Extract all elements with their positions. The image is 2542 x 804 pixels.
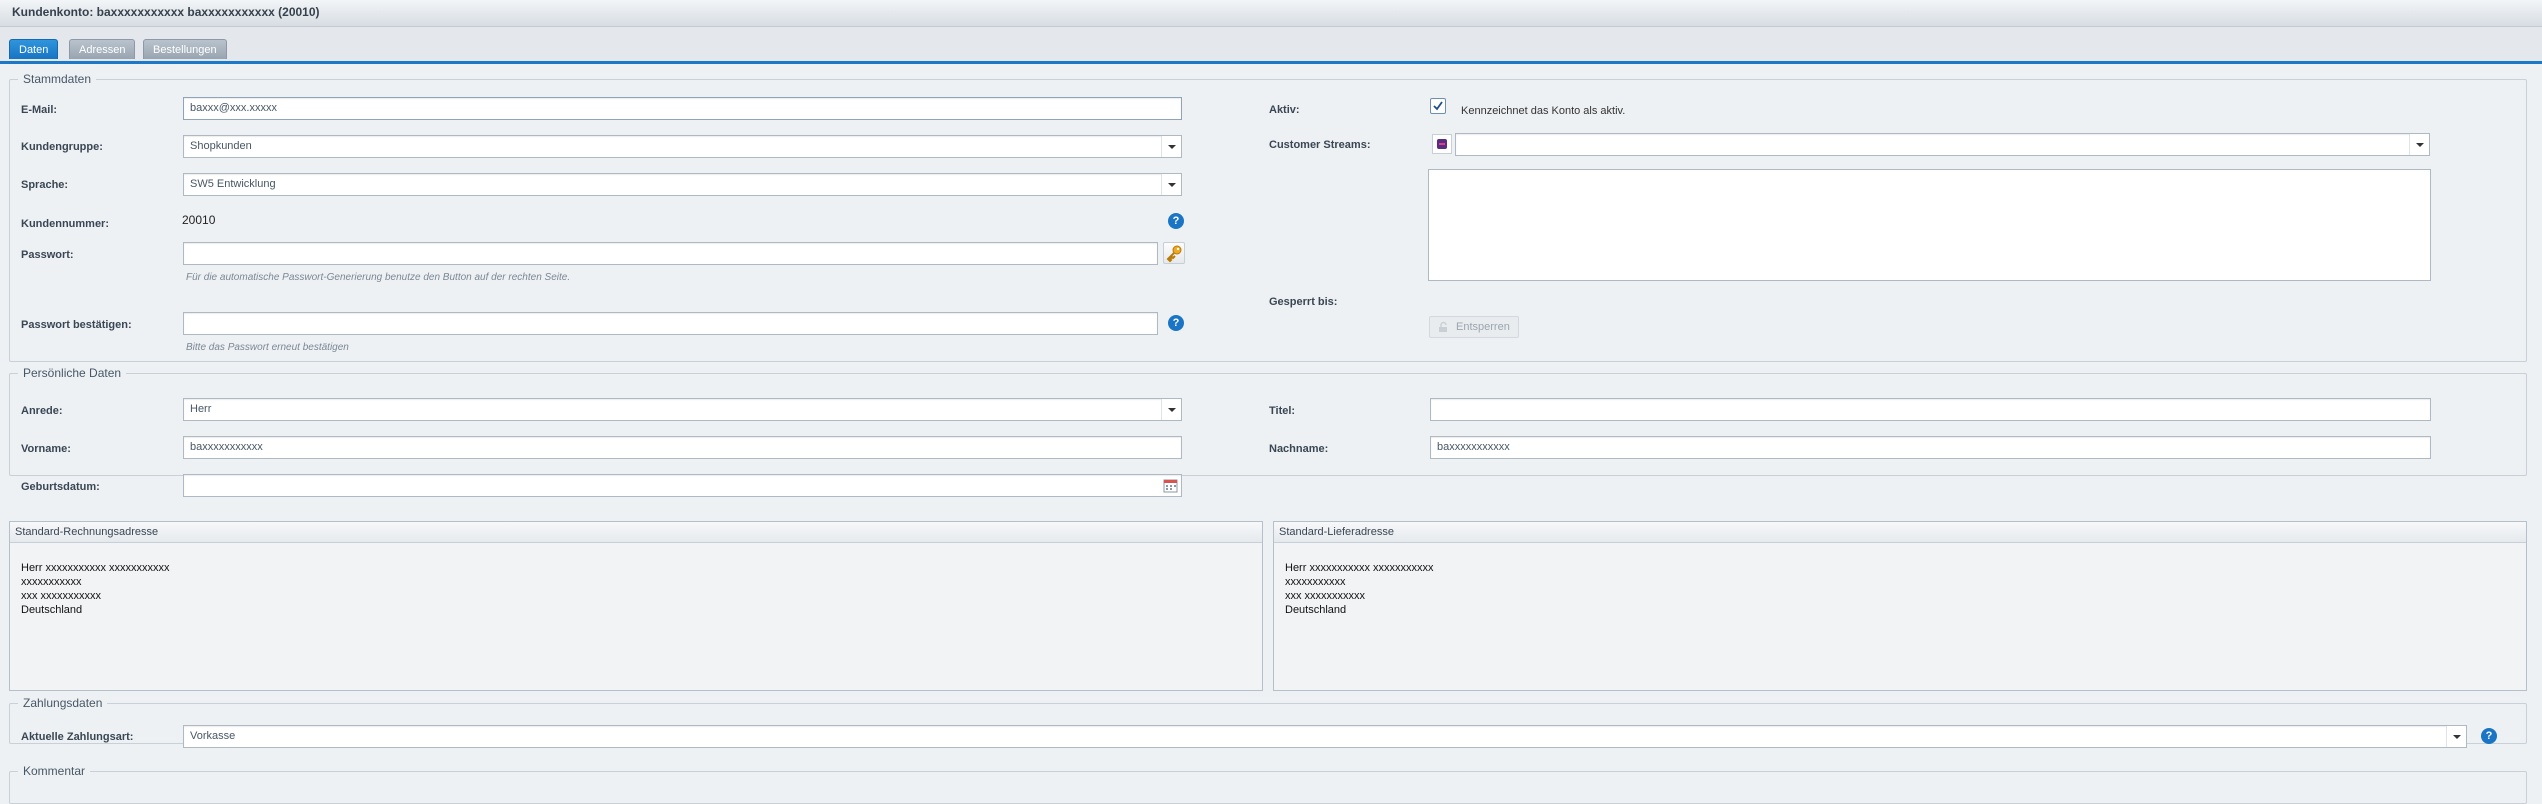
key-icon xyxy=(1166,245,1182,263)
rechnungsadresse-body: Herr xxxxxxxxxxx xxxxxxxxxxx xxxxxxxxxxx… xyxy=(21,561,170,617)
customer-streams-label: Customer Streams: xyxy=(1269,139,1371,151)
passwort-bestaetigen-field[interactable] xyxy=(183,312,1158,335)
lieferadresse-title: Standard-Lieferadresse xyxy=(1274,522,2526,543)
titel-field[interactable] xyxy=(1430,398,2431,421)
check-icon xyxy=(1433,101,1443,111)
sprache-value: SW5 Entwicklung xyxy=(190,178,276,190)
zahlungsart-value: Vorkasse xyxy=(190,730,236,742)
address-line: xxxxxxxxxxx xyxy=(1285,576,1346,588)
titel-label: Titel: xyxy=(1269,405,1296,417)
gesperrt-bis-label: Gesperrt bis: xyxy=(1269,296,1338,308)
geburtsdatum-field[interactable] xyxy=(183,474,1182,497)
address-line: xxx xxxxxxxxxxx xyxy=(1285,590,1366,602)
email-field[interactable]: baxxx@xxx.xxxxx xyxy=(183,97,1182,120)
tab-bar: Daten Adressen Bestellungen xyxy=(0,27,2542,63)
fieldset-kommentar-legend: Kommentar xyxy=(23,764,86,778)
customer-streams-list[interactable] xyxy=(1428,169,2431,281)
geburtsdatum-label: Geburtsdatum: xyxy=(21,481,100,493)
rechnungsadresse-title: Standard-Rechnungsadresse xyxy=(10,522,1262,543)
anrede-value: Herr xyxy=(190,403,212,415)
fieldset-zahlungsdaten-legend: Zahlungsdaten xyxy=(23,696,103,710)
tab-daten[interactable]: Daten xyxy=(9,39,59,59)
passwort-bestaetigen-hint: Bitte das Passwort erneut bestätigen xyxy=(186,342,349,353)
lieferadresse-body: Herr xxxxxxxxxxx xxxxxxxxxxx xxxxxxxxxxx… xyxy=(1285,561,1434,617)
help-icon[interactable]: ? xyxy=(1168,213,1184,229)
tab-content-daten: Stammdaten E-Mail: baxxx@xxx.xxxxx Kunde… xyxy=(0,64,2542,804)
aktiv-checkbox[interactable] xyxy=(1430,98,1446,114)
fieldset-persoenliche-daten-legend: Persönliche Daten xyxy=(23,366,122,380)
passwort-label: Passwort: xyxy=(21,249,74,261)
entsperren-label: Entsperren xyxy=(1456,321,1510,333)
unlock-icon xyxy=(1439,321,1447,332)
sprache-select[interactable]: SW5 Entwicklung xyxy=(183,173,1182,196)
chevron-down-icon[interactable] xyxy=(2446,726,2466,747)
address-line: Herr xxxxxxxxxxx xxxxxxxxxxx xyxy=(1285,562,1434,574)
email-label: E-Mail: xyxy=(21,104,58,116)
vorname-field[interactable]: baxxxxxxxxxxx xyxy=(183,436,1182,459)
kundengruppe-label: Kundengruppe: xyxy=(21,141,103,153)
chevron-down-icon[interactable] xyxy=(1161,399,1181,420)
help-icon[interactable]: ? xyxy=(1168,315,1184,331)
kundennummer-value: 20010 xyxy=(182,213,216,227)
kundennummer-label: Kundennummer: xyxy=(21,218,109,230)
zahlungsart-select[interactable]: Vorkasse xyxy=(183,725,2467,748)
entsperren-button[interactable]: Entsperren xyxy=(1429,316,1519,338)
chevron-down-icon[interactable] xyxy=(2409,134,2429,155)
passwort-bestaetigen-label: Passwort bestätigen: xyxy=(21,319,132,331)
nachname-label: Nachname: xyxy=(1269,443,1329,455)
address-line: Deutschland xyxy=(1285,604,1347,616)
address-line: xxxxxxxxxxx xyxy=(21,576,82,588)
fieldset-kommentar: Kommentar xyxy=(9,764,2527,804)
anrede-select[interactable]: Herr xyxy=(183,398,1182,421)
anrede-label: Anrede: xyxy=(21,405,63,417)
chevron-down-icon[interactable] xyxy=(1161,174,1181,195)
window-titlebar: Kundenkonto: baxxxxxxxxxxx baxxxxxxxxxxx… xyxy=(0,0,2542,27)
nachname-field[interactable]: baxxxxxxxxxxx xyxy=(1430,436,2431,459)
rechnungsadresse-panel: Standard-Rechnungsadresse Herr xxxxxxxxx… xyxy=(9,521,1263,691)
stream-square-icon xyxy=(1437,139,1447,149)
fieldset-stammdaten-legend: Stammdaten xyxy=(23,72,92,86)
kundengruppe-value: Shopkunden xyxy=(190,140,252,152)
vorname-label: Vorname: xyxy=(21,443,71,455)
stream-icon xyxy=(1432,134,1452,154)
passwort-hint: Für die automatische Passwort-Generierun… xyxy=(186,272,571,283)
kundengruppe-select[interactable]: Shopkunden xyxy=(183,135,1182,158)
tab-adressen[interactable]: Adressen xyxy=(69,39,136,59)
fieldset-persoenliche-daten: Persönliche Daten xyxy=(9,366,2527,476)
aktiv-label: Aktiv: xyxy=(1269,104,1300,116)
calendar-icon[interactable] xyxy=(1163,478,1178,493)
sprache-label: Sprache: xyxy=(21,179,69,191)
help-icon[interactable]: ? xyxy=(2481,728,2497,744)
window-title: Kundenkonto: baxxxxxxxxxxx baxxxxxxxxxxx… xyxy=(12,5,320,19)
address-line: xxx xxxxxxxxxxx xyxy=(21,590,102,602)
password-generate-button[interactable] xyxy=(1163,242,1185,264)
aktiv-text: Kennzeichnet das Konto als aktiv. xyxy=(1461,105,1626,117)
passwort-field[interactable] xyxy=(183,242,1158,265)
zahlungsart-label: Aktuelle Zahlungsart: xyxy=(21,731,134,743)
customer-streams-select[interactable] xyxy=(1455,133,2430,156)
lieferadresse-panel: Standard-Lieferadresse Herr xxxxxxxxxxx … xyxy=(1273,521,2527,691)
address-line: Herr xxxxxxxxxxx xxxxxxxxxxx xyxy=(21,562,170,574)
address-line: Deutschland xyxy=(21,604,83,616)
tab-bestellungen[interactable]: Bestellungen xyxy=(143,39,227,59)
chevron-down-icon[interactable] xyxy=(1161,136,1181,157)
